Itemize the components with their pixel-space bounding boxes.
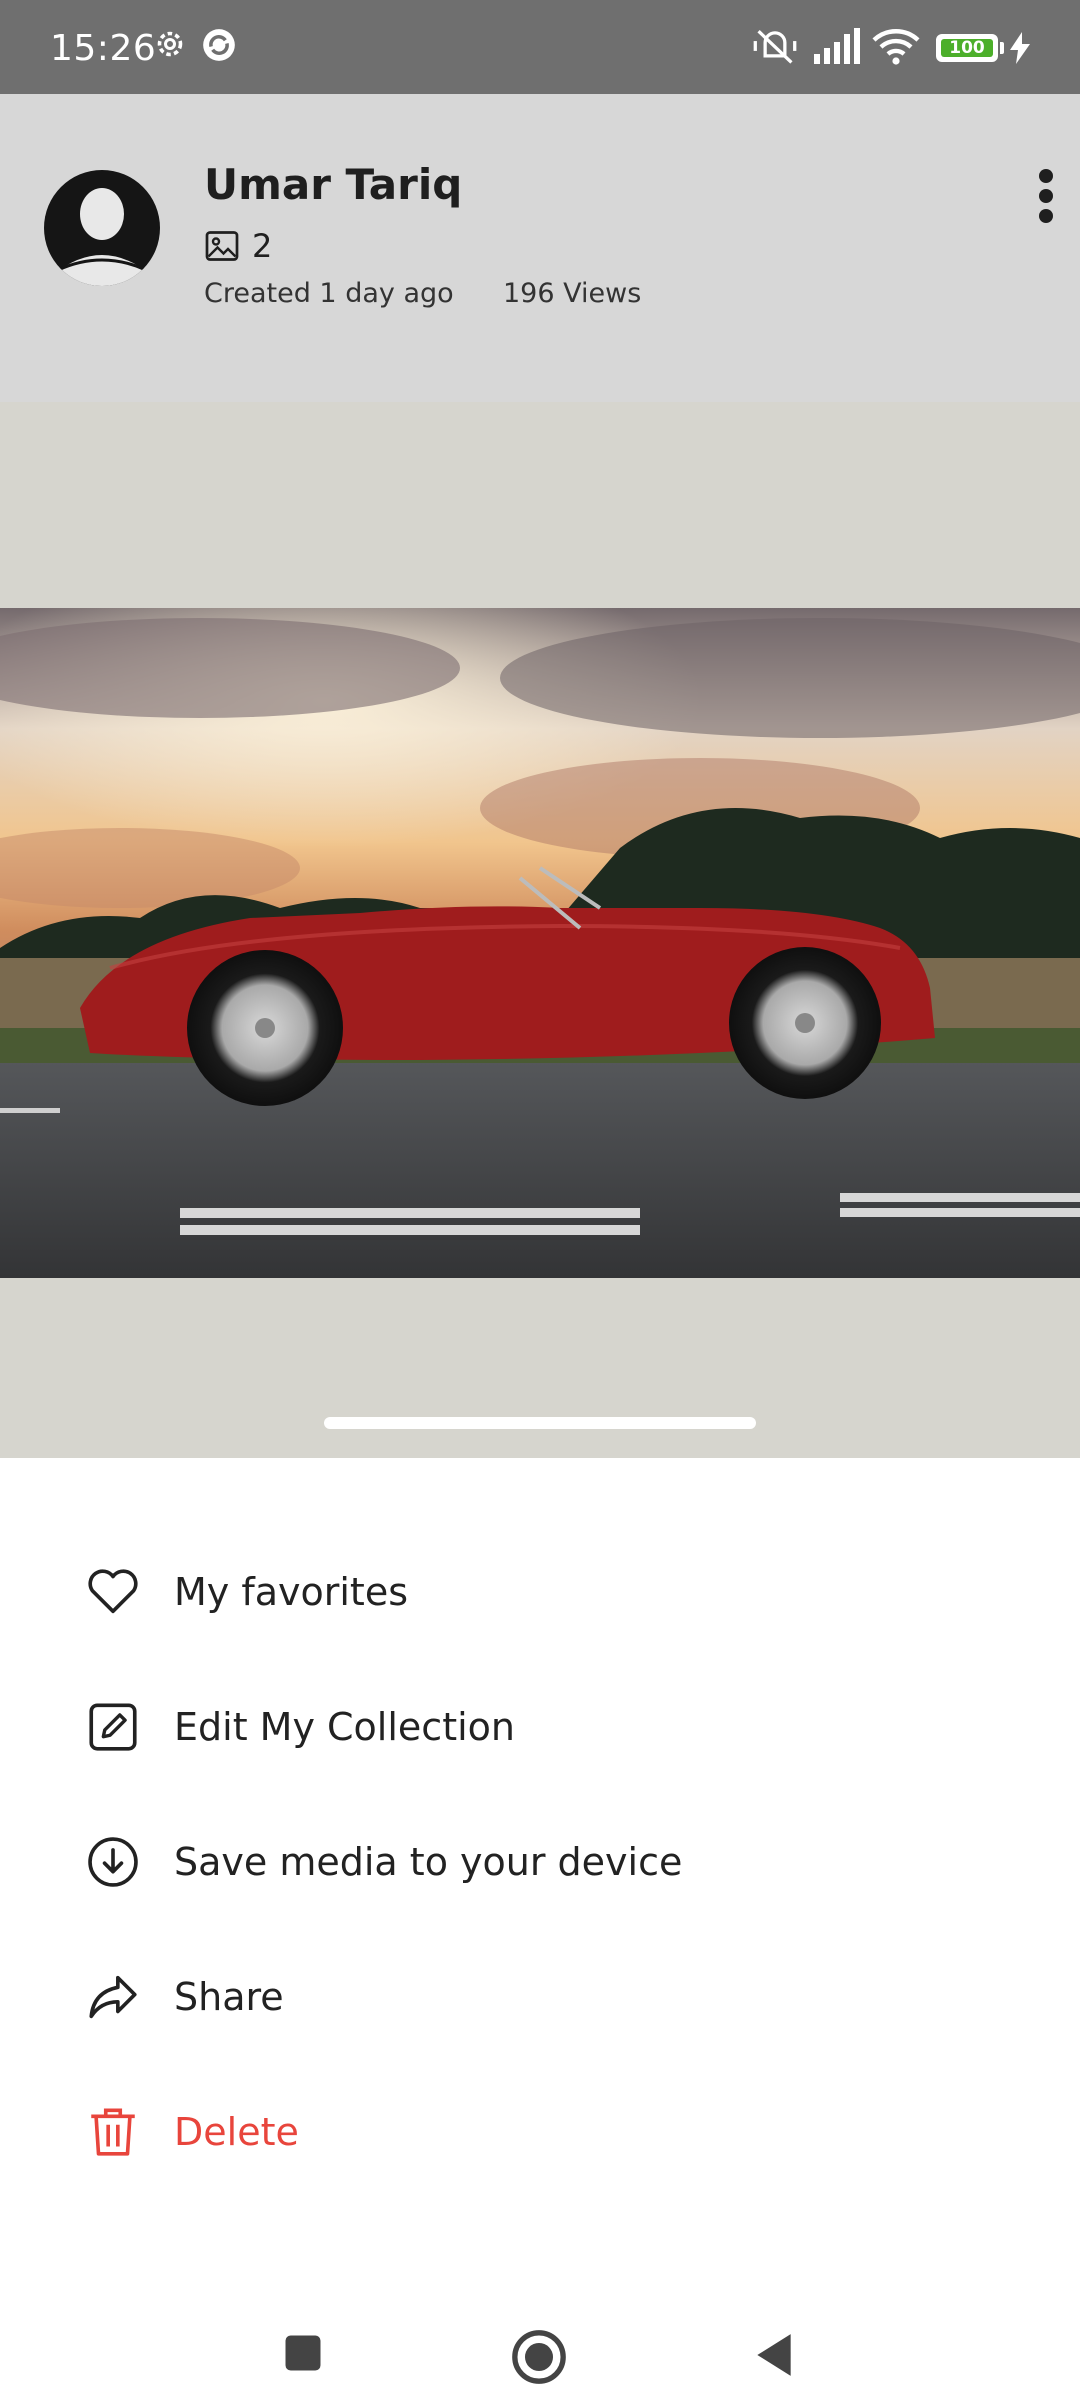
avatar[interactable] bbox=[44, 170, 160, 286]
car-photo[interactable] bbox=[0, 608, 1080, 1278]
sync-icon bbox=[203, 29, 235, 61]
menu-item-label: My favorites bbox=[174, 1570, 409, 1614]
menu-item-favorites[interactable]: My favorites bbox=[0, 1537, 1080, 1647]
battery-icon: 100 bbox=[936, 34, 998, 62]
system-nav-bar bbox=[0, 2316, 1080, 2400]
avatar-silhouette-icon bbox=[54, 188, 150, 286]
battery-level: 100 bbox=[941, 39, 993, 57]
recents-button[interactable] bbox=[282, 2332, 324, 2374]
collection-header: Umar Tariq 2 Created 1 day ago 196 Views bbox=[0, 94, 1080, 402]
signal-icon bbox=[814, 28, 860, 64]
battery-tip bbox=[1000, 42, 1004, 54]
status-bar: 15:26 100 bbox=[0, 0, 1080, 94]
actions-bottom-sheet: My favorites Edit My Collection Save med… bbox=[0, 1458, 1080, 2316]
sheet-drag-handle[interactable] bbox=[324, 1417, 756, 1429]
media-count-value: 2 bbox=[252, 227, 273, 265]
menu-item-share[interactable]: Share bbox=[0, 1942, 1080, 2052]
share-icon bbox=[89, 1975, 137, 2019]
image-icon bbox=[205, 231, 239, 261]
menu-item-label: Edit My Collection bbox=[174, 1705, 515, 1749]
download-icon bbox=[88, 1837, 138, 1887]
menu-item-label: Share bbox=[174, 1975, 284, 2019]
more-options-icon[interactable] bbox=[1032, 166, 1060, 226]
clock: 15:26 bbox=[50, 28, 157, 69]
settings-icon bbox=[157, 31, 183, 57]
view-count: 196 Views bbox=[503, 278, 642, 309]
menu-item-save-media[interactable]: Save media to your device bbox=[0, 1807, 1080, 1917]
heart-icon bbox=[88, 1569, 138, 1614]
home-button[interactable] bbox=[510, 2328, 568, 2386]
created-date: Created 1 day ago bbox=[204, 278, 454, 309]
trash-icon bbox=[91, 2108, 135, 2156]
menu-item-delete[interactable]: Delete bbox=[0, 2077, 1080, 2187]
menu-item-label: Delete bbox=[174, 2110, 299, 2154]
menu-item-edit-collection[interactable]: Edit My Collection bbox=[0, 1672, 1080, 1782]
wifi-icon bbox=[872, 29, 920, 65]
media-count: 2 bbox=[204, 227, 273, 265]
collection-owner-name: Umar Tariq bbox=[204, 160, 463, 209]
edit-icon bbox=[89, 1703, 137, 1751]
back-button[interactable] bbox=[752, 2330, 796, 2380]
media-viewer bbox=[0, 402, 1080, 1458]
charging-icon bbox=[1010, 32, 1030, 64]
menu-item-label: Save media to your device bbox=[174, 1840, 683, 1884]
vibrate-off-icon bbox=[753, 30, 797, 64]
